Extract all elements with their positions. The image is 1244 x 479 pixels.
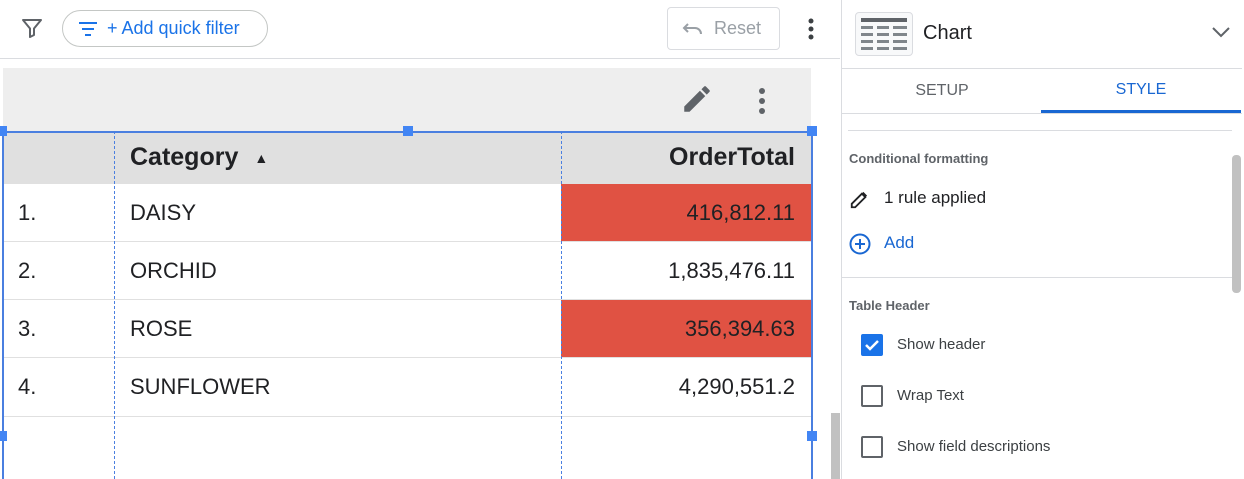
add-quick-filter-label: + Add quick filter <box>107 18 240 38</box>
wrap-text-checkbox[interactable] <box>861 385 883 407</box>
show-field-descriptions-label: Show field descriptions <box>897 438 1051 455</box>
divider <box>842 277 1232 278</box>
rules-applied-link[interactable]: 1 rule applied <box>884 188 986 208</box>
chevron-down-icon[interactable] <box>1210 24 1232 40</box>
wrap-text-label: Wrap Text <box>897 387 964 404</box>
table-row: 3. ROSE 356,394.63 <box>3 300 812 358</box>
chart-more-vert-icon[interactable] <box>752 86 772 116</box>
sort-ascending-icon[interactable]: ▲ <box>254 150 268 166</box>
row-number: 2. <box>18 257 37 283</box>
conditional-formatting-title: Conditional formatting <box>849 151 989 166</box>
show-field-descriptions-checkbox[interactable] <box>861 436 883 458</box>
row-number: 3. <box>18 315 37 341</box>
table-header-section-title: Table Header <box>849 298 930 313</box>
divider <box>848 130 1232 131</box>
table-row: 2. ORCHID 1,835,476.11 <box>3 242 812 300</box>
header-order-total[interactable]: OrderTotal <box>561 131 812 184</box>
column-divider <box>561 131 562 479</box>
row-number: 4. <box>18 374 37 399</box>
reset-label: Reset <box>714 18 762 38</box>
order-total-cell: 356,394.63 <box>561 300 812 357</box>
more-vert-icon[interactable] <box>800 16 822 42</box>
filter-list-icon <box>79 21 97 36</box>
resize-handle[interactable] <box>807 431 817 441</box>
resize-handle[interactable] <box>0 431 7 441</box>
add-rule-button[interactable]: Add <box>884 233 914 253</box>
category-cell: DAISY <box>130 199 197 225</box>
chart-type-label[interactable]: Chart <box>923 22 972 45</box>
show-header-label: Show header <box>897 336 986 353</box>
selection-border-right <box>811 131 813 479</box>
category-cell: ROSE <box>130 315 193 341</box>
category-cell: SUNFLOWER <box>130 374 271 399</box>
show-header-checkbox[interactable] <box>861 334 883 356</box>
category-cell: ORCHID <box>130 257 217 283</box>
table-row: 1. DAISY 416,812.11 <box>3 184 812 242</box>
resize-handle[interactable] <box>0 126 7 136</box>
reset-button[interactable]: Reset <box>667 7 780 50</box>
check-icon <box>865 340 879 351</box>
row-number: 1. <box>18 199 37 225</box>
tab-style[interactable]: STYLE <box>1041 69 1241 113</box>
divider <box>842 113 1242 114</box>
table-header-row: Category ▲ OrderTotal <box>3 131 812 184</box>
selection-border-left <box>2 131 4 479</box>
header-category[interactable]: Category ▲ <box>115 131 561 184</box>
panel-scrollbar-thumb[interactable] <box>1232 155 1241 293</box>
order-total-cell: 1,835,476.11 <box>668 257 795 283</box>
resize-handle[interactable] <box>403 126 413 136</box>
table-row: 4. SUNFLOWER 4,290,551.2 <box>3 358 812 417</box>
tab-setup[interactable]: SETUP <box>842 69 1042 113</box>
pencil-icon[interactable] <box>680 82 714 116</box>
edit-rule-icon[interactable] <box>849 188 871 210</box>
canvas-scrollbar-thumb[interactable] <box>831 413 840 479</box>
column-divider <box>114 131 115 479</box>
order-total-cell: 416,812.11 <box>561 184 812 241</box>
add-circle-icon[interactable] <box>849 233 871 255</box>
data-table[interactable]: Category ▲ OrderTotal 1. DAISY 416,812.1… <box>3 131 812 479</box>
table-chart-icon[interactable] <box>855 12 913 56</box>
header-num <box>3 131 115 184</box>
resize-handle[interactable] <box>807 126 817 136</box>
order-total-cell: 4,290,551.2 <box>678 374 795 399</box>
undo-icon <box>682 22 702 34</box>
filter-icon[interactable] <box>20 16 44 40</box>
add-quick-filter-button[interactable]: + Add quick filter <box>62 10 268 47</box>
header-category-label: Category <box>130 143 239 171</box>
